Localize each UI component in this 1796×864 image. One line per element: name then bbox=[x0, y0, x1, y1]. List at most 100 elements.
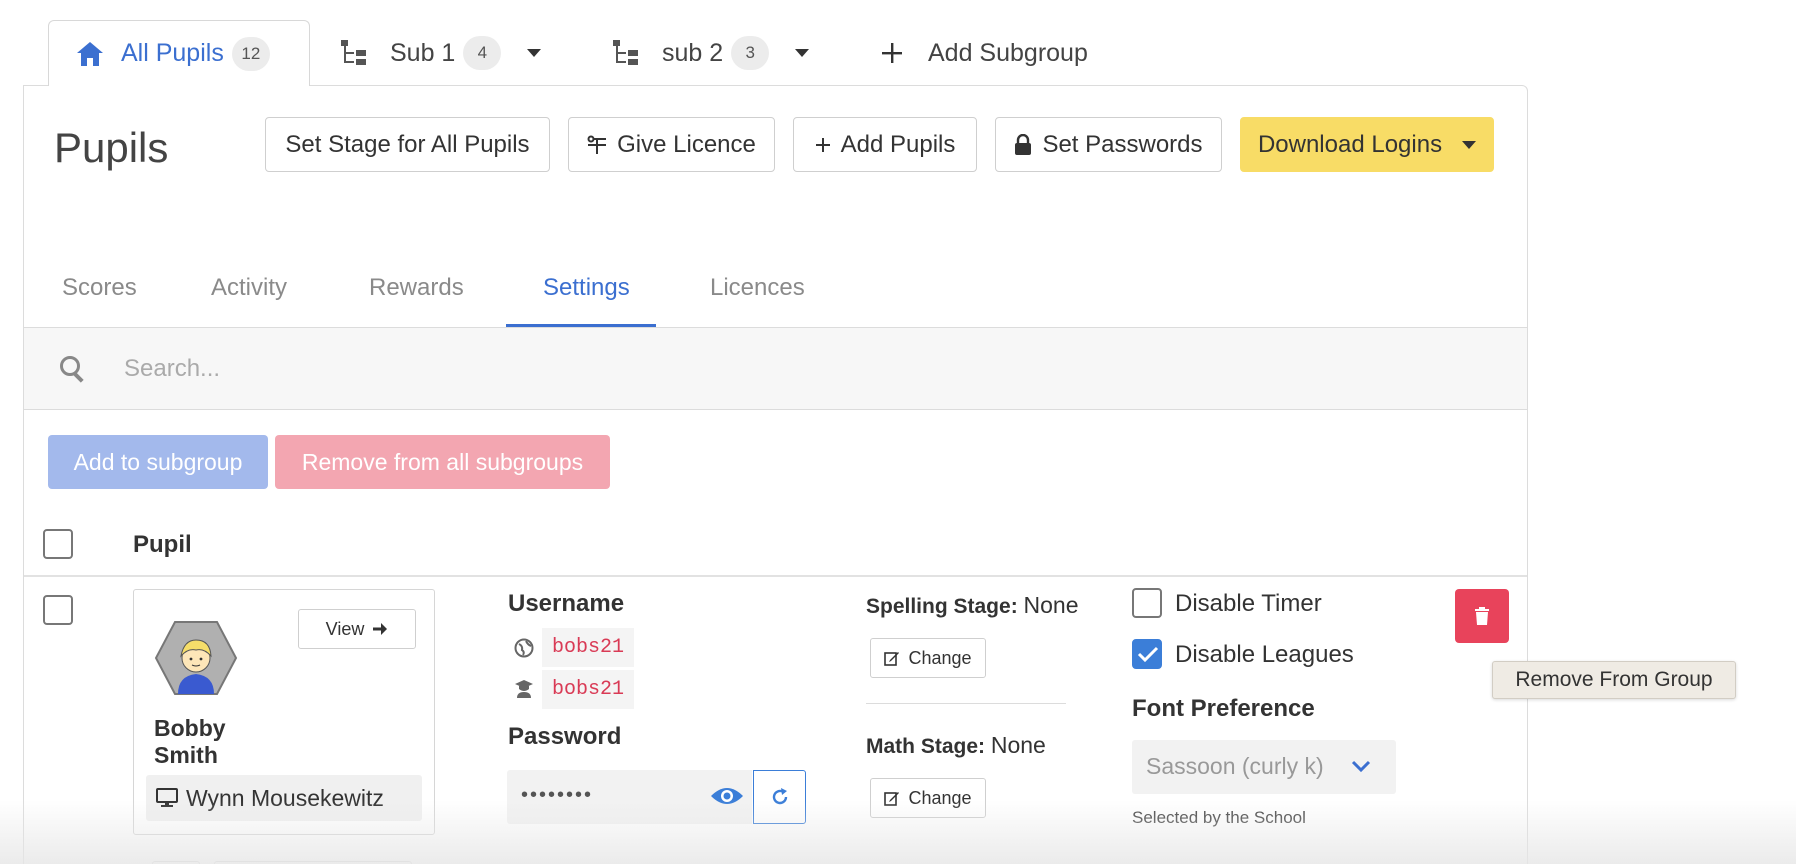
spelling-stage-value: None bbox=[1023, 592, 1079, 618]
change-label: Change bbox=[908, 787, 972, 808]
edit-icon bbox=[884, 790, 900, 806]
username-class: bobs21 bbox=[542, 670, 635, 709]
device-name: Wynn Mousekewitz bbox=[186, 784, 384, 811]
table-header-divider bbox=[24, 575, 1527, 577]
trash-icon bbox=[1474, 606, 1490, 626]
licence-icon bbox=[587, 135, 607, 155]
math-stage-value: None bbox=[990, 732, 1046, 758]
subgroup-icon bbox=[340, 39, 368, 67]
chevron-down-icon bbox=[1462, 140, 1477, 149]
arrow-right-icon bbox=[372, 622, 388, 636]
search-input[interactable] bbox=[124, 348, 824, 390]
count-badge: 3 bbox=[731, 36, 770, 70]
font-preference-note: Selected by the School bbox=[1132, 808, 1306, 827]
select-all-checkbox[interactable] bbox=[43, 529, 73, 559]
give-licence-label: Give Licence bbox=[617, 130, 756, 158]
edit-icon bbox=[884, 650, 900, 666]
count-badge: 4 bbox=[463, 36, 502, 70]
lock-icon bbox=[1014, 133, 1032, 156]
username-global: bobs21 bbox=[542, 628, 635, 667]
remove-from-all-subgroups-button[interactable]: Remove from all subgroups bbox=[275, 435, 610, 489]
page-title: Pupils bbox=[54, 124, 169, 171]
disable-timer-checkbox[interactable] bbox=[1132, 588, 1162, 618]
math-stage: Math Stage: None bbox=[866, 732, 1046, 759]
row-checkbox[interactable] bbox=[43, 595, 73, 625]
group-tab-sub-2[interactable]: sub 2 3 bbox=[612, 20, 810, 86]
plus-icon bbox=[815, 137, 831, 153]
pupil-first-name: Bobby bbox=[154, 715, 226, 741]
set-stage-label: Set Stage for All Pupils bbox=[285, 130, 530, 158]
username-label: Username bbox=[508, 590, 625, 617]
refresh-icon bbox=[770, 787, 790, 807]
username-class-value: bobs21 bbox=[542, 670, 635, 709]
spelling-stage: Spelling Stage: None bbox=[866, 592, 1079, 619]
remove-from-group-tooltip: Remove From Group bbox=[1492, 661, 1736, 699]
active-tab-indicator bbox=[506, 324, 656, 327]
tab-scores[interactable]: Scores bbox=[62, 274, 137, 302]
group-tab-all-pupils[interactable]: All Pupils 12 bbox=[48, 20, 310, 86]
chevron-down-icon[interactable] bbox=[795, 49, 810, 57]
pupil-name: Bobby Smith bbox=[154, 715, 226, 769]
device-box: Wynn Mousekewitz bbox=[146, 775, 422, 821]
chevron-down-icon[interactable] bbox=[527, 49, 542, 57]
check-icon bbox=[1137, 645, 1159, 668]
disable-timer-label: Disable Timer bbox=[1175, 590, 1322, 617]
username-global-value: bobs21 bbox=[542, 628, 635, 667]
disable-leagues-checkbox[interactable] bbox=[1132, 639, 1162, 669]
add-pupils-button[interactable]: Add Pupils bbox=[793, 117, 977, 172]
change-math-stage-button[interactable]: Change bbox=[870, 778, 986, 818]
group-tab-label: All Pupils bbox=[121, 39, 224, 67]
view-label: View bbox=[325, 618, 365, 639]
regenerate-password-button[interactable] bbox=[753, 770, 806, 824]
group-tab-label: Sub 1 bbox=[390, 38, 456, 67]
tab-activity[interactable]: Activity bbox=[211, 274, 287, 302]
pupil-last-name: Smith bbox=[154, 742, 218, 768]
font-preference-select[interactable]: Sassoon (curly k) bbox=[1132, 740, 1396, 794]
font-preference-value: Sassoon (curly k) bbox=[1146, 753, 1324, 779]
subgroup-icon bbox=[612, 39, 640, 67]
pupils-panel: Pupils Set Stage for All Pupils Give Lic… bbox=[23, 85, 1528, 864]
add-to-subgroup-label: Add to subgroup bbox=[73, 448, 243, 475]
disable-leagues-label: Disable Leagues bbox=[1175, 641, 1354, 668]
add-pupils-label: Add Pupils bbox=[840, 130, 956, 158]
change-label: Change bbox=[908, 647, 972, 668]
password-label: Password bbox=[508, 723, 622, 750]
download-logins-button[interactable]: Download Logins bbox=[1240, 117, 1494, 172]
math-stage-label: Math Stage: bbox=[866, 735, 986, 758]
avatar bbox=[154, 620, 238, 701]
plus-icon bbox=[880, 41, 904, 65]
chevron-down-icon bbox=[1350, 758, 1372, 779]
set-stage-button[interactable]: Set Stage for All Pupils bbox=[265, 117, 550, 172]
change-spelling-stage-button[interactable]: Change bbox=[870, 638, 986, 678]
tab-settings[interactable]: Settings bbox=[543, 274, 630, 302]
eye-icon[interactable] bbox=[710, 784, 744, 813]
monitor-icon bbox=[156, 788, 178, 808]
pupil-card: View Bobby Smith Wynn Mousekewitz bbox=[133, 589, 435, 835]
remove-from-all-label: Remove from all subgroups bbox=[301, 448, 584, 475]
search-bar bbox=[24, 328, 1527, 410]
home-icon bbox=[75, 40, 105, 68]
set-passwords-label: Set Passwords bbox=[1042, 130, 1203, 158]
spelling-stage-label: Spelling Stage: bbox=[866, 595, 1018, 618]
group-tab-label: sub 2 bbox=[662, 38, 724, 67]
tab-licences[interactable]: Licences bbox=[710, 274, 805, 302]
add-subgroup-tab[interactable]: Add Subgroup bbox=[880, 20, 1088, 86]
count-badge: 12 bbox=[231, 36, 270, 71]
font-preference-label: Font Preference bbox=[1132, 695, 1315, 722]
globe-icon bbox=[514, 638, 534, 663]
password-value: •••••••• bbox=[521, 784, 594, 806]
give-licence-button[interactable]: Give Licence bbox=[568, 117, 775, 172]
tab-rewards[interactable]: Rewards bbox=[369, 274, 464, 302]
delete-pupil-button[interactable] bbox=[1455, 589, 1509, 643]
password-field[interactable]: •••••••• bbox=[507, 770, 752, 824]
add-subgroup-label: Add Subgroup bbox=[928, 38, 1088, 67]
pupil-column-header: Pupil bbox=[133, 531, 192, 558]
download-logins-label: Download Logins bbox=[1257, 130, 1443, 158]
add-to-subgroup-button[interactable]: Add to subgroup bbox=[48, 435, 268, 489]
set-passwords-button[interactable]: Set Passwords bbox=[995, 117, 1222, 172]
view-pupil-button[interactable]: View bbox=[298, 609, 416, 649]
teacher-icon bbox=[514, 679, 534, 704]
stage-divider bbox=[866, 703, 1066, 704]
group-tab-sub-1[interactable]: Sub 1 4 bbox=[340, 20, 542, 86]
search-icon bbox=[58, 354, 88, 389]
